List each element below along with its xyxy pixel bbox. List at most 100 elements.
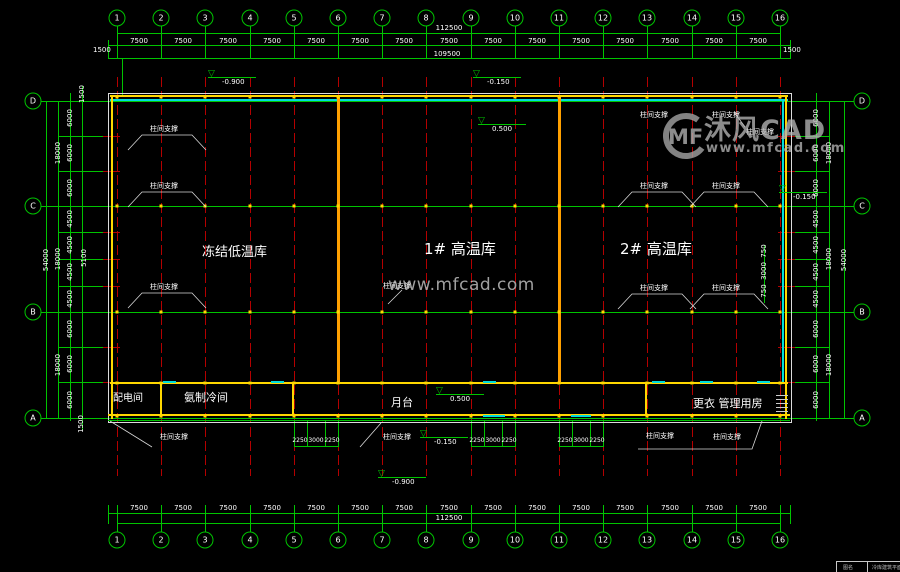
grid-line-bottom-segment [692,505,693,532]
level-value: -0.150 [434,438,457,446]
dim-top-bay: 7500 [351,37,369,45]
column-marker [470,205,473,208]
column-marker [602,382,605,385]
column-marker [204,415,207,418]
grid-line-bottom-segment [294,505,295,532]
column-marker [249,311,252,314]
column-marker [558,96,561,99]
column-marker [293,96,296,99]
top-wall-yellow [110,95,788,97]
column-marker [779,311,782,314]
grid-line-bottom-segment [780,505,781,532]
dim-right-side: 6000 [812,391,820,409]
dim-right-side: 6000 [812,320,820,338]
dim-bottom-bay: 7500 [572,504,590,512]
column-marker [514,415,517,418]
grid-bubble-top: 2 [153,10,170,27]
column-brace-text: 柱间支撑 [150,125,178,133]
dock-dim-line [471,446,515,447]
column-marker [735,382,738,385]
column-marker [602,205,605,208]
annex-partition-2 [292,384,294,416]
dim-left-side: 6000 [66,391,74,409]
grid-line-top-segment [603,26,604,58]
dim-right-side: 18000 [825,248,833,270]
grid-bubble-bottom: 2 [153,532,170,549]
column-brace-label: 柱间支撑 [150,124,178,134]
column-brace-label: 柱间支撑 [712,181,740,191]
dim-right-side: 3000 [760,262,768,280]
column-marker [646,96,649,99]
level-value: -0.150 [793,193,816,201]
dim-top-inner: 109500 [434,50,461,58]
grid-line-top-segment [426,26,427,58]
room-label: 1# 高温库 [424,241,496,258]
grid-bubble-top: 12 [595,10,612,27]
column-marker [514,382,517,385]
column-brace-label: 柱间支撑 [640,181,668,191]
grid-bubble-bottom: 16 [772,532,789,549]
grid-bubble-bottom: 13 [639,532,656,549]
column-marker [691,96,694,99]
column-marker [116,205,119,208]
window-mark [652,381,665,383]
watermark-url-text: www.mfcad.com [706,141,846,156]
grid-bubble-left: D [25,93,42,110]
column-marker [735,415,738,418]
column-marker [293,205,296,208]
watermark-brand: MF 沐风CAD www.mfcad.com [658,108,848,166]
column-marker [425,96,428,99]
level-value: 0.500 [492,125,512,133]
dim-bottom-bay: 7500 [130,504,148,512]
column-marker [249,205,252,208]
column-marker [425,311,428,314]
level-marker: ▽ -0.150 [434,429,457,448]
column-marker [381,96,384,99]
column-marker [558,311,561,314]
column-marker [602,311,605,314]
column-marker [381,311,384,314]
annex-partition-3 [645,384,647,416]
dim-top-bay: 7500 [616,37,634,45]
grid-bubble-top: 15 [728,10,745,27]
dock-dim-label: 3000 [308,437,323,444]
dim-top-bay: 7500 [484,37,502,45]
grid-line-top-segment [515,26,516,58]
column-marker [646,205,649,208]
title-block-field: 图名 [843,564,853,571]
dim-top-bay: 7500 [661,37,679,45]
column-marker [249,382,252,385]
column-marker [646,415,649,418]
column-brace-text: 柱间支撑 [160,433,188,441]
column-marker [646,382,649,385]
column-marker [204,96,207,99]
column-marker [160,415,163,418]
grid-bubble-top: 5 [286,10,303,27]
column-marker [779,96,782,99]
dim-top-bay: 7500 [263,37,281,45]
level-value: -0.150 [487,78,510,86]
title-block-divider [867,562,868,572]
column-marker [204,205,207,208]
column-marker [337,205,340,208]
column-brace-label: 柱间支撑 [150,282,178,292]
column-marker [514,205,517,208]
grid-line-top-segment [250,26,251,58]
grid-line-bottom-segment [515,505,516,532]
column-marker [160,96,163,99]
grid-bubble-bottom: 12 [595,532,612,549]
dim-left-side: 6000 [66,355,74,373]
column-marker [470,382,473,385]
grid-line-bottom-segment [205,505,206,532]
grid-bubble-right: B [854,304,871,321]
column-marker [249,96,252,99]
grid-bubble-bottom: 5 [286,532,303,549]
level-marker: ▽ -0.900 [392,469,415,488]
stair-hatch [776,394,788,412]
column-brace-text: 柱间支撑 [640,182,668,190]
dim-top-bay: 7500 [130,37,148,45]
room-label: 配电间 [113,393,143,404]
column-brace-text: 柱间支撑 [712,182,740,190]
level-marker: ▽ -0.150 [793,184,816,203]
grid-line-bottom-segment [426,505,427,532]
